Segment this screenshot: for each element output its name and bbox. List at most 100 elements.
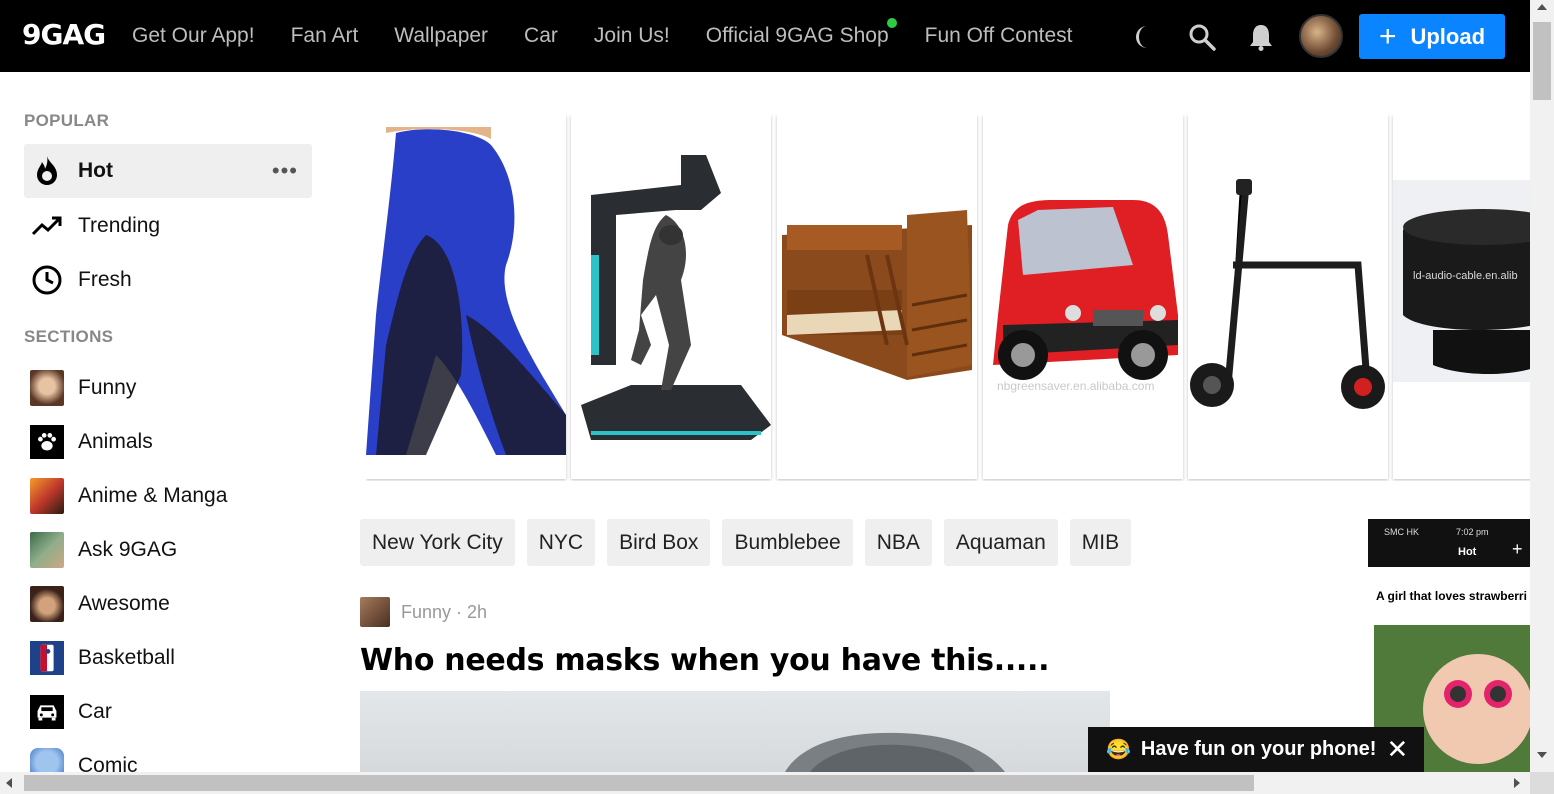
user-avatar[interactable]: [1299, 14, 1343, 58]
sidebar-item-hot[interactable]: Hot •••: [24, 144, 312, 198]
tag-chip[interactable]: NBA: [864, 519, 932, 566]
tag-chip[interactable]: Bird Box: [607, 519, 711, 566]
post-image[interactable]: [360, 691, 1110, 772]
post-title[interactable]: Who needs masks when you have this.....: [360, 643, 1050, 678]
nav-fun-off-contest[interactable]: Fun Off Contest: [925, 24, 1073, 48]
sidebar-item-trending[interactable]: Trending: [24, 199, 312, 253]
product-card[interactable]: [1188, 115, 1388, 479]
sidebar-item-label: Basketball: [78, 646, 175, 669]
tag-chip[interactable]: Bumblebee: [722, 519, 853, 566]
new-dot-badge: [886, 18, 897, 28]
app-promo-toast[interactable]: 😂 Have fun on your phone! ✕: [1088, 727, 1424, 772]
nba-icon: [30, 641, 64, 675]
sidebar-item-awesome[interactable]: Awesome: [24, 577, 312, 631]
mini-car-image: [983, 115, 1183, 479]
upload-button[interactable]: + Upload: [1359, 14, 1505, 59]
phone-plus-icon: +: [1512, 539, 1523, 559]
sidebar-item-anime-manga[interactable]: Anime & Manga: [24, 469, 312, 523]
sidebar-item-funny[interactable]: Funny: [24, 361, 312, 415]
horizontal-scrollbar[interactable]: [0, 772, 1530, 794]
scroll-thumb[interactable]: [1533, 22, 1551, 100]
sidebar-item-basketball[interactable]: Basketball: [24, 631, 312, 685]
moon-icon[interactable]: [1130, 22, 1160, 52]
scroll-thumb[interactable]: [24, 775, 1254, 791]
product-card[interactable]: [777, 115, 977, 479]
clock-icon: [30, 263, 64, 297]
nav-shop-label: Official 9GAG Shop: [705, 24, 889, 47]
sidebar-item-label: Car: [78, 700, 112, 723]
awesome-thumb-icon: [30, 586, 64, 622]
plus-icon: +: [1378, 19, 1397, 53]
phone-status-bar: SMC HK 7:02 pm Hot +: [1368, 519, 1530, 567]
scroll-down-arrow-icon[interactable]: [1537, 752, 1547, 758]
tag-bar: New York City NYC Bird Box Bumblebee NBA…: [360, 519, 1132, 566]
sidebar-item-car[interactable]: Car: [24, 685, 312, 739]
top-nav: Get Our App! Fan Art Wallpaper Car Join …: [132, 0, 1108, 72]
tag-chip[interactable]: NYC: [526, 519, 596, 566]
trending-icon: [30, 209, 64, 243]
vr-simulator-image: [571, 115, 771, 479]
bunk-bed-image: [777, 115, 977, 479]
post-meta: Funny · 2h: [360, 597, 487, 627]
scrollbar-corner: [1530, 772, 1554, 794]
scroll-right-arrow-icon[interactable]: [1514, 778, 1520, 788]
sidebar-item-label: Hot: [78, 159, 113, 182]
tag-chip[interactable]: MIB: [1069, 519, 1132, 566]
close-icon[interactable]: ✕: [1386, 734, 1408, 765]
product-card[interactable]: nbgreensaver.en.alibaba.com: [983, 115, 1183, 479]
watermark-text: ld-audio-cable.en.alib: [1413, 270, 1518, 282]
paw-icon: [30, 425, 64, 459]
nav-join-us[interactable]: Join Us!: [594, 24, 670, 48]
leggings-image: [366, 115, 566, 459]
funny-thumb-icon: [30, 370, 64, 406]
watermark-text: nbgreensaver.en.alibaba.com: [997, 379, 1155, 393]
sidebar-item-label: Animals: [78, 430, 153, 453]
product-card[interactable]: ld-audio-cable.en.alib: [1393, 115, 1530, 479]
sidebar-item-fresh[interactable]: Fresh: [24, 253, 312, 307]
sidebar-item-ask-9gag[interactable]: Ask 9GAG: [24, 523, 312, 577]
nav-car[interactable]: Car: [524, 24, 558, 48]
sidebar-item-label: Anime & Manga: [78, 484, 228, 507]
subwoofer-image: [1393, 115, 1530, 479]
sidebar-item-label: Funny: [78, 376, 137, 399]
nav-get-app[interactable]: Get Our App!: [132, 24, 255, 48]
sidebar-item-label: Fresh: [78, 268, 132, 291]
bell-icon[interactable]: [1246, 22, 1276, 52]
more-options-icon[interactable]: •••: [272, 158, 298, 184]
logo[interactable]: 9GAG: [22, 18, 106, 51]
product-card[interactable]: [571, 115, 771, 479]
scroll-up-arrow-icon[interactable]: [1537, 4, 1547, 10]
sections-title: SECTIONS: [24, 327, 114, 346]
sidebar-item-label: Awesome: [78, 592, 170, 615]
anime-thumb-icon: [30, 478, 64, 514]
tag-chip[interactable]: Aquaman: [943, 519, 1058, 566]
scroll-left-arrow-icon[interactable]: [6, 778, 12, 788]
upload-label: Upload: [1410, 23, 1486, 49]
tag-chip[interactable]: New York City: [360, 519, 515, 566]
car-icon: [30, 695, 64, 729]
section-avatar[interactable]: [360, 597, 390, 627]
laughing-emoji-icon: 😂: [1106, 739, 1131, 761]
nav-fan-art[interactable]: Fan Art: [291, 24, 359, 48]
electric-scooter-image: [1188, 115, 1388, 479]
page: 9GAG Get Our App! Fan Art Wallpaper Car …: [0, 0, 1554, 794]
search-icon[interactable]: [1187, 22, 1217, 52]
post-section-time[interactable]: Funny · 2h: [401, 602, 487, 623]
nav-shop[interactable]: Official 9GAG Shop: [705, 18, 897, 48]
vertical-scrollbar[interactable]: [1530, 0, 1554, 772]
toast-message: Have fun on your phone!: [1140, 738, 1377, 760]
sidebar-item-animals[interactable]: Animals: [24, 415, 312, 469]
ad-caption: A girl that loves strawberri: [1376, 589, 1527, 603]
phone-tab-hot: Hot: [1458, 546, 1477, 558]
product-carousel: nbgreensaver.en.alibaba.com ld-audio-cab…: [366, 115, 1530, 481]
fire-icon: [30, 154, 64, 188]
product-card[interactable]: [366, 115, 566, 479]
sidebar-item-label: Trending: [78, 214, 161, 237]
sidebar-item-label: Ask 9GAG: [78, 538, 178, 561]
status-time: 7:02 pm: [1456, 527, 1489, 537]
top-navbar: 9GAG Get Our App! Fan Art Wallpaper Car …: [0, 0, 1530, 72]
ask-thumb-icon: [30, 532, 64, 568]
status-carrier: SMC HK: [1384, 527, 1420, 537]
popular-title: POPULAR: [24, 111, 110, 130]
nav-wallpaper[interactable]: Wallpaper: [394, 24, 488, 48]
